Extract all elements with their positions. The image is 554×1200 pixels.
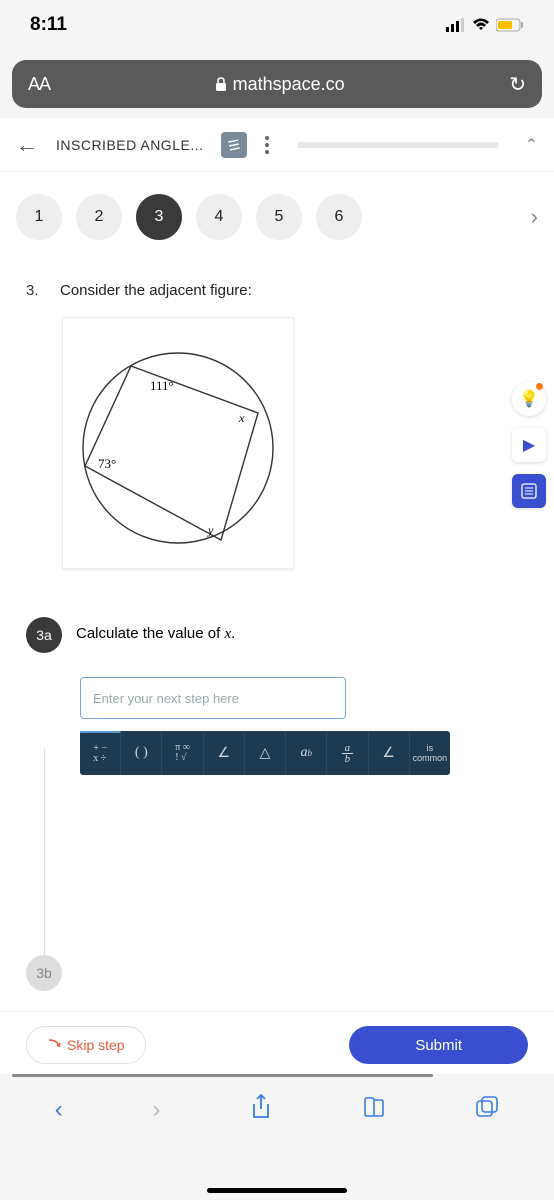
label-x: x xyxy=(238,411,245,425)
angle-111: 111° xyxy=(150,378,174,393)
answer-area: + − x ÷ ( ) π ∞ ! √ ∠ △ ab ab ∠ iscommon xyxy=(0,663,554,785)
spacer xyxy=(0,785,554,955)
more-menu-icon[interactable] xyxy=(265,136,269,154)
calculator-button[interactable] xyxy=(512,474,546,508)
tool-operators[interactable]: + − x ÷ xyxy=(80,731,121,775)
wifi-icon xyxy=(472,18,490,32)
tool-parentheses[interactable]: ( ) xyxy=(121,731,162,775)
question-number: 3. xyxy=(26,282,48,299)
tool-triangle[interactable]: △ xyxy=(245,731,286,775)
question-prompt: Consider the adjacent figure: xyxy=(60,282,252,299)
subpart-3a-text: Calculate the value of x. xyxy=(76,617,235,643)
submit-button[interactable]: Submit xyxy=(349,1026,528,1064)
nav-back-icon[interactable]: ‹ xyxy=(55,1096,63,1124)
status-icons xyxy=(446,18,524,32)
status-time: 8:11 xyxy=(30,14,67,36)
tabs-icon[interactable] xyxy=(475,1096,499,1125)
step-2[interactable]: 2 xyxy=(76,194,122,240)
step-3[interactable]: 3 xyxy=(136,194,182,240)
horizontal-scroll-indicator xyxy=(0,1074,554,1079)
notification-dot xyxy=(536,383,543,390)
label-y: y xyxy=(207,523,214,537)
page-header: ← INSCRIBED ANGLE... ⌃ xyxy=(0,118,554,172)
share-icon[interactable] xyxy=(250,1094,272,1127)
subpart-3a: 3a Calculate the value of x. xyxy=(0,579,554,663)
battery-icon xyxy=(496,18,524,32)
bookmarks-icon[interactable] xyxy=(362,1096,386,1125)
url-text: mathspace.co xyxy=(233,74,345,95)
safari-bottom-nav: ‹ › xyxy=(0,1079,554,1141)
tool-pi-sqrt[interactable]: π ∞ ! √ xyxy=(162,731,203,775)
ios-status-bar: 8:11 xyxy=(0,0,554,50)
step-connector-line xyxy=(44,748,45,966)
angle-73: 73° xyxy=(98,456,116,471)
skip-icon xyxy=(47,1038,61,1052)
video-button[interactable]: ▶ xyxy=(512,428,546,462)
refresh-icon[interactable]: ↻ xyxy=(509,72,526,97)
step-5[interactable]: 5 xyxy=(256,194,302,240)
back-arrow-icon[interactable]: ← xyxy=(16,132,38,158)
math-toolbar: + − x ÷ ( ) π ∞ ! √ ∠ △ ab ab ∠ iscommon xyxy=(80,731,450,775)
lock-icon xyxy=(215,77,227,91)
safari-address-bar[interactable]: AA mathspace.co ↻ xyxy=(12,60,542,108)
skip-step-button[interactable]: Skip step xyxy=(26,1026,146,1064)
signal-icon xyxy=(446,18,466,32)
url-display[interactable]: mathspace.co xyxy=(50,74,509,95)
next-step-chevron-icon[interactable]: › xyxy=(531,204,538,230)
tool-exponent[interactable]: ab xyxy=(286,731,327,775)
subpart-3a-badge: 3a xyxy=(26,617,62,653)
worksheet-icon[interactable] xyxy=(221,132,247,158)
step-6[interactable]: 6 xyxy=(316,194,362,240)
home-indicator[interactable] xyxy=(207,1188,347,1193)
side-tools: 💡 ▶ xyxy=(512,382,546,508)
geometry-figure: 111° 73° x y xyxy=(62,317,294,569)
subpart-3b: 3b xyxy=(0,955,554,1011)
step-4[interactable]: 4 xyxy=(196,194,242,240)
text-size-button[interactable]: AA xyxy=(28,74,50,95)
tool-angle[interactable]: ∠ xyxy=(204,731,245,775)
action-row: Skip step Submit xyxy=(0,1011,554,1074)
hint-button[interactable]: 💡 xyxy=(512,382,546,416)
nav-forward-icon[interactable]: › xyxy=(152,1096,160,1124)
tool-common[interactable]: iscommon xyxy=(410,731,450,775)
step-navigation: 1 2 3 4 5 6 › xyxy=(0,172,554,262)
question-area: 3. Consider the adjacent figure: 111° 73… xyxy=(0,262,554,579)
answer-input[interactable] xyxy=(80,677,346,719)
progress-bar xyxy=(297,142,498,148)
tool-fraction[interactable]: ab xyxy=(327,731,368,775)
collapse-icon[interactable]: ⌃ xyxy=(525,135,538,155)
tool-angle-2[interactable]: ∠ xyxy=(369,731,410,775)
page-title: INSCRIBED ANGLE... xyxy=(56,137,203,153)
step-1[interactable]: 1 xyxy=(16,194,62,240)
